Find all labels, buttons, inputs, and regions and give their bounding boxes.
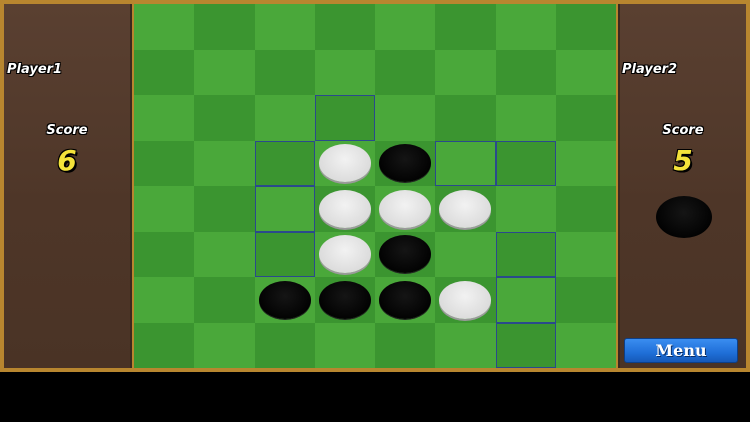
black-disc: [379, 235, 432, 274]
board-cell[interactable]: [555, 95, 616, 141]
board-cell[interactable]: [134, 95, 195, 141]
white-disc: [318, 235, 371, 274]
board-cell[interactable]: [254, 95, 315, 141]
black-disc: [318, 280, 371, 319]
board-cell[interactable]: [254, 277, 315, 323]
board-cell[interactable]: [555, 231, 616, 277]
valid-move-cell[interactable]: [495, 277, 556, 323]
player2-name: Player2: [622, 62, 678, 77]
white-disc: [439, 280, 492, 319]
white-disc: [439, 189, 492, 228]
board-cell[interactable]: [435, 49, 496, 95]
board-cell[interactable]: [194, 95, 255, 141]
menu-button[interactable]: Menu: [624, 338, 738, 363]
valid-move-cell[interactable]: [495, 322, 556, 368]
black-disc: [258, 280, 311, 319]
board-cell[interactable]: [375, 277, 436, 323]
board-cell[interactable]: [555, 322, 616, 368]
black-disc: [379, 280, 432, 319]
board-cell[interactable]: [134, 322, 195, 368]
current-turn-disc: [656, 196, 712, 238]
board-cell[interactable]: [314, 49, 375, 95]
board-cell[interactable]: [134, 140, 195, 186]
player1-name: Player1: [7, 62, 63, 77]
board-cell[interactable]: [375, 140, 436, 186]
game-frame: Player1 Score 6 Player2 Score 5: [0, 0, 750, 372]
board-cell[interactable]: [134, 49, 195, 95]
board-cell[interactable]: [314, 186, 375, 232]
board-cell[interactable]: [375, 231, 436, 277]
board-cell[interactable]: [435, 231, 496, 277]
board-cell[interactable]: [495, 4, 556, 50]
board-cell[interactable]: [134, 4, 195, 50]
board-cell[interactable]: [134, 231, 195, 277]
valid-move-cell[interactable]: [495, 140, 556, 186]
valid-move-cell[interactable]: [254, 186, 315, 232]
board-cell[interactable]: [495, 95, 556, 141]
game-board[interactable]: [134, 4, 616, 368]
board-cell[interactable]: [314, 322, 375, 368]
white-disc: [379, 189, 432, 228]
valid-move-cell[interactable]: [435, 140, 496, 186]
board-cell[interactable]: [435, 322, 496, 368]
player2-score-label: Score: [662, 123, 704, 138]
board-cell[interactable]: [254, 4, 315, 50]
board-cell[interactable]: [194, 140, 255, 186]
player2-score: 5: [673, 144, 693, 177]
board-cell[interactable]: [555, 140, 616, 186]
board-cell[interactable]: [375, 322, 436, 368]
player1-score-label: Score: [46, 123, 88, 138]
board-cell[interactable]: [555, 49, 616, 95]
board-cell[interactable]: [555, 4, 616, 50]
board-cell[interactable]: [495, 49, 556, 95]
board-cell[interactable]: [314, 140, 375, 186]
board-cell[interactable]: [194, 231, 255, 277]
player1-panel: Player1 Score 6: [4, 4, 132, 368]
board-cell[interactable]: [555, 277, 616, 323]
board-cell[interactable]: [194, 4, 255, 50]
valid-move-cell[interactable]: [254, 140, 315, 186]
board-cell[interactable]: [194, 49, 255, 95]
player2-panel: Player2 Score 5: [618, 4, 746, 368]
board-cell[interactable]: [375, 95, 436, 141]
board-cell[interactable]: [375, 49, 436, 95]
board-cell[interactable]: [314, 4, 375, 50]
board-cell[interactable]: [314, 277, 375, 323]
white-disc: [318, 144, 371, 183]
board-cell[interactable]: [375, 4, 436, 50]
board-cell[interactable]: [435, 186, 496, 232]
board-cell[interactable]: [254, 49, 315, 95]
board-cell[interactable]: [194, 186, 255, 232]
board-cell[interactable]: [435, 95, 496, 141]
black-disc: [379, 144, 432, 183]
board-cell[interactable]: [375, 186, 436, 232]
board-cell[interactable]: [254, 322, 315, 368]
board-cell[interactable]: [555, 186, 616, 232]
board-cell[interactable]: [435, 4, 496, 50]
valid-move-cell[interactable]: [254, 231, 315, 277]
board-cell[interactable]: [495, 186, 556, 232]
board-cell[interactable]: [134, 186, 195, 232]
board-cell[interactable]: [194, 322, 255, 368]
board-cell[interactable]: [134, 277, 195, 323]
board-cell[interactable]: [435, 277, 496, 323]
board-cell[interactable]: [194, 277, 255, 323]
white-disc: [318, 189, 371, 228]
board-cell[interactable]: [314, 231, 375, 277]
valid-move-cell[interactable]: [314, 95, 375, 141]
player1-score: 6: [57, 144, 77, 177]
valid-move-cell[interactable]: [495, 231, 556, 277]
